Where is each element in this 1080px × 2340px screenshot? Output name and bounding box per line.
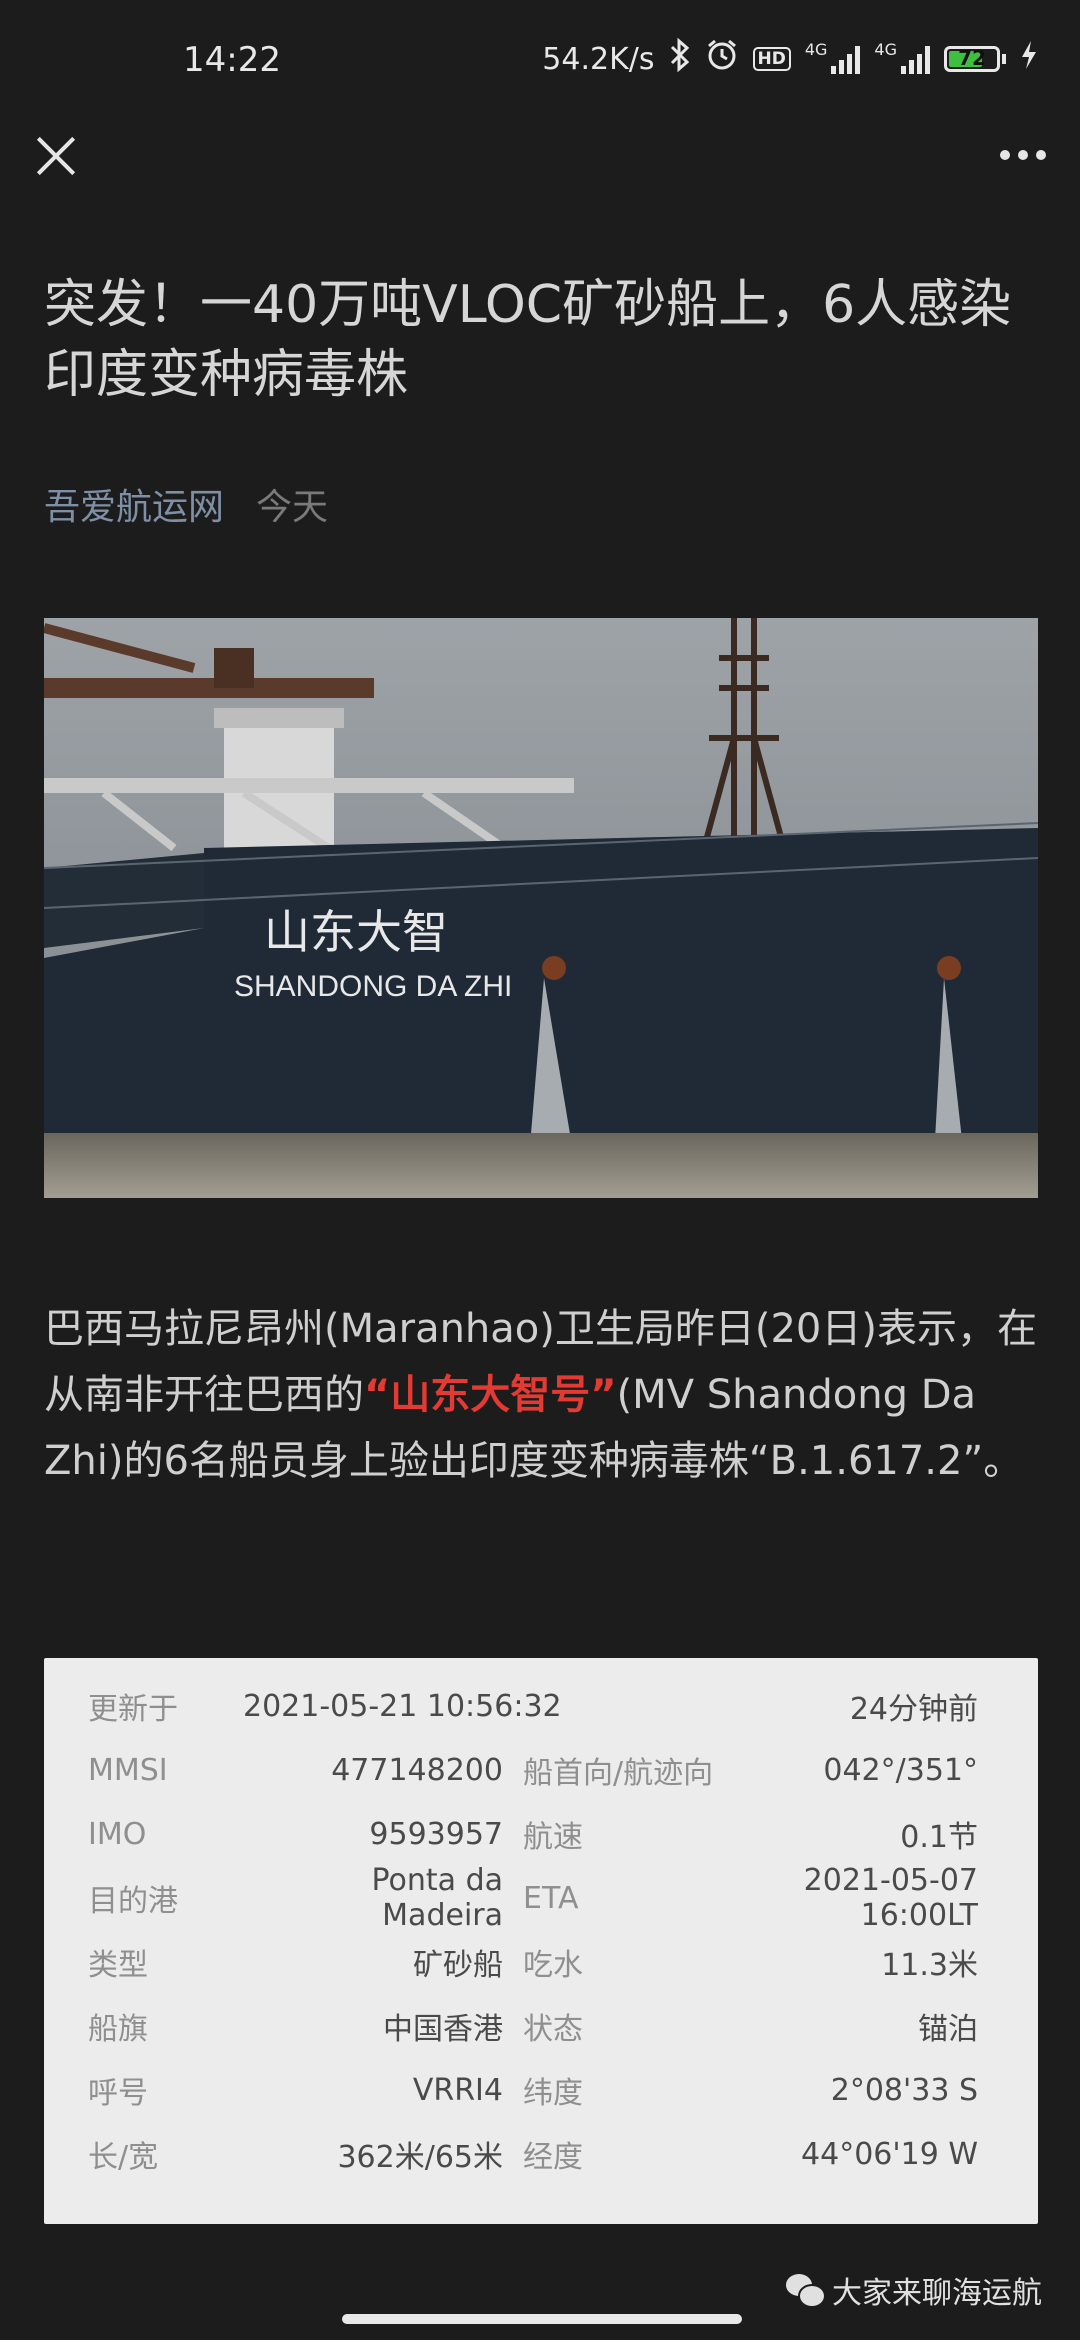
info-value: 477148200 <box>331 1752 503 1788</box>
info-value: VRRI4 <box>412 2072 503 2108</box>
wechat-icon <box>786 2274 826 2308</box>
info-label: 船旗 <box>88 2012 148 2047</box>
network-speed: 54.2K/s <box>542 41 655 77</box>
info-value: 44°06'19 W <box>801 2136 978 2172</box>
info-label: 状态 <box>523 2012 583 2047</box>
info-row: 目的港 Ponta da Madeira ETA 2021-05-07 16:0… <box>88 1863 978 1933</box>
hd-voice-icon: HD <box>752 47 791 71</box>
info-label: 长/宽 <box>88 2140 159 2175</box>
info-label: 船首向/航迹向 <box>523 1756 714 1791</box>
info-value: Ponta da Madeira <box>371 1863 504 1933</box>
hull-name-en: SHANDONG DA ZHI <box>234 970 512 1003</box>
info-label: 航速 <box>523 1820 583 1855</box>
info-label: 更新于 <box>88 1692 178 1727</box>
info-value: 362米/65米 <box>337 2140 503 2175</box>
article-source[interactable]: 吾爱航运网 <box>44 478 224 530</box>
info-value: 2021-05-07 16:00LT <box>803 1863 978 1933</box>
info-value: 24分钟前 <box>849 1692 978 1727</box>
info-value: 042°/351° <box>823 1752 978 1788</box>
info-label: MMSI <box>88 1752 168 1788</box>
article-date: 今天 <box>256 487 329 528</box>
info-row: IMO 9593957 航速 0.1节 <box>88 1802 978 1866</box>
charging-icon <box>1020 40 1038 78</box>
info-row: MMSI 477148200 船首向/航迹向 042°/351° <box>88 1738 978 1802</box>
info-label: 经度 <box>523 2140 583 2175</box>
info-label: 呼号 <box>88 2076 148 2111</box>
info-label: IMO <box>88 1816 147 1852</box>
network-type-2: 4G <box>874 39 897 59</box>
info-label: 纬度 <box>523 2076 583 2111</box>
info-value: 锚泊 <box>918 2012 978 2047</box>
info-row: 长/宽 362米/65米 经度 44°06'19 W <box>88 2122 978 2186</box>
more-options-icon[interactable] <box>1000 150 1046 160</box>
signal-icon-1 <box>831 44 861 74</box>
info-value: 中国香港 <box>383 2012 503 2047</box>
article-title: 突发！一40万吨VLOC矿砂船上，6人感染印度变种病毒株 <box>44 275 1012 405</box>
info-row: 船旗 中国香港 状态 锚泊 <box>88 1994 978 2058</box>
battery-level: 72 <box>958 46 986 70</box>
account-watermark: 大家来聊海运航 <box>786 2268 1042 2312</box>
signal-icon-2 <box>901 44 930 74</box>
alarm-icon <box>705 38 739 80</box>
home-indicator[interactable] <box>342 2314 742 2324</box>
ship-name-highlight: “山东大智号” <box>364 1372 617 1418</box>
ship-photo[interactable]: 山东大智 SHANDONG DA ZHI <box>44 618 1038 1198</box>
article-paragraph: 巴西马拉尼昂州(Maranhao)卫生局昨日(20日)表示，在从南非开往巴西的“… <box>44 1296 1044 1494</box>
info-value: 9593957 <box>369 1816 503 1852</box>
ship-info-card: 更新于 2021-05-21 10:56:32 24分钟前 MMSI 47714… <box>44 1658 1038 2224</box>
close-icon[interactable] <box>34 134 78 178</box>
info-row: 类型 矿砂船 吃水 11.3米 <box>88 1930 978 1994</box>
info-value: 0.1节 <box>900 1820 978 1855</box>
info-row: 呼号 VRRI4 纬度 2°08'33 S <box>88 2058 978 2122</box>
info-label: ETA <box>523 1880 579 1916</box>
bluetooth-icon <box>669 37 691 80</box>
info-label: 吃水 <box>523 1948 583 1983</box>
info-label: 类型 <box>88 1948 148 1983</box>
info-value: 矿砂船 <box>413 1948 503 1983</box>
info-value: 11.3米 <box>881 1948 978 1983</box>
article-meta: 吾爱航运网 今天 <box>44 478 328 530</box>
info-label: 目的港 <box>88 1884 178 1919</box>
info-value: 2°08'33 S <box>830 2072 978 2108</box>
status-time: 14:22 <box>183 40 281 80</box>
status-icons: 54.2K/s HD 4G 4G 72 <box>542 37 1038 80</box>
status-bar: 14:22 54.2K/s HD 4G 4G 72 <box>0 0 1080 120</box>
account-name: 大家来聊海运航 <box>832 2276 1042 2311</box>
hull-name-cn: 山东大智 <box>264 905 448 959</box>
battery-icon: 72 <box>944 46 1006 72</box>
network-type-1: 4G <box>804 39 828 59</box>
info-row-updated: 更新于 2021-05-21 10:56:32 24分钟前 <box>88 1674 978 1738</box>
info-value: 2021-05-21 10:56:32 <box>243 1688 562 1724</box>
